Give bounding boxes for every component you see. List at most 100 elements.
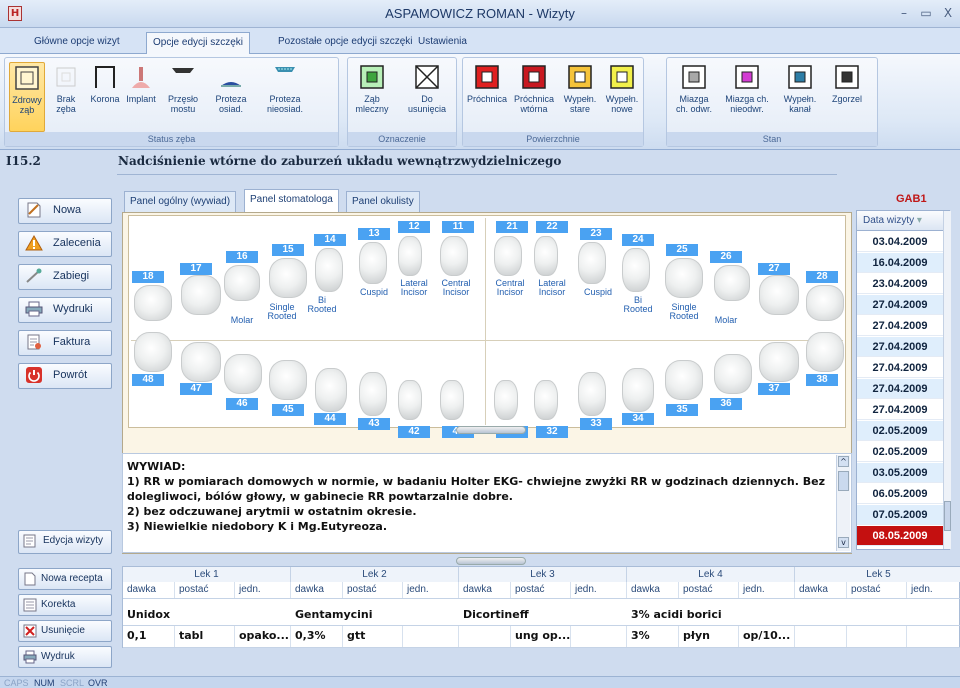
visit-date-row[interactable]: 03.04.2009 xyxy=(857,232,943,252)
tooth-number[interactable]: 15 xyxy=(272,244,304,256)
med-value-cell[interactable]: płyn xyxy=(679,625,739,647)
tooth-upper-24[interactable] xyxy=(622,248,650,292)
tooth-upper-26[interactable] xyxy=(714,265,750,301)
visit-date-row[interactable]: 27.04.2009 xyxy=(857,337,943,357)
scroll-up-icon[interactable]: ^ xyxy=(838,456,849,467)
tooth-number[interactable]: 14 xyxy=(314,234,346,246)
tooth-number[interactable]: 34 xyxy=(622,413,654,425)
tooth-upper-15[interactable] xyxy=(269,258,307,298)
tooth-number[interactable]: 32 xyxy=(536,426,568,438)
tooth-number[interactable]: 12 xyxy=(398,221,430,233)
do-usuniecia-button[interactable]: Do usunięcia xyxy=(404,62,450,132)
tooth-lower-38[interactable] xyxy=(806,332,844,372)
tooth-upper-13[interactable] xyxy=(359,242,387,284)
dates-scroll-thumb[interactable] xyxy=(944,501,951,531)
dates-scrollbar[interactable] xyxy=(943,211,951,549)
tooth-number[interactable]: 25 xyxy=(666,244,698,256)
scroll-down-icon[interactable]: v xyxy=(838,537,849,548)
med-value-cell[interactable]: 3% xyxy=(627,625,679,647)
tooth-lower-34[interactable] xyxy=(622,368,654,412)
tooth-number[interactable]: 16 xyxy=(226,251,258,263)
tooth-upper-18[interactable] xyxy=(134,285,172,321)
med-value-cell[interactable]: 0,1 xyxy=(123,625,175,647)
med-name[interactable] xyxy=(795,605,960,625)
nowa-recepta-button[interactable]: Nowa recepta xyxy=(18,568,112,590)
proteza-osiad-button[interactable]: Proteza osiad. xyxy=(209,62,253,132)
visit-date-row[interactable]: 03.05.2009 xyxy=(857,463,943,483)
med-name[interactable]: Dicortineff xyxy=(459,605,627,625)
visit-date-row[interactable]: 27.04.2009 xyxy=(857,379,943,399)
tooth-upper-17[interactable] xyxy=(181,275,221,315)
tooth-number[interactable]: 35 xyxy=(666,404,698,416)
nowa-button[interactable]: Nowa xyxy=(18,198,112,224)
med-value-cell[interactable] xyxy=(403,625,459,647)
tooth-number[interactable]: 38 xyxy=(806,374,838,386)
close-button[interactable]: X xyxy=(938,4,958,22)
tooth-upper-23[interactable] xyxy=(578,242,606,284)
tooth-upper-27[interactable] xyxy=(759,275,799,315)
zalecenia-button[interactable]: Zalecenia xyxy=(18,231,112,257)
visit-date-row[interactable]: 02.05.2009 xyxy=(857,421,943,441)
tooth-lower-47[interactable] xyxy=(181,342,221,382)
tooth-number[interactable]: 36 xyxy=(710,398,742,410)
tooth-number[interactable]: 43 xyxy=(358,418,390,430)
proteza-nieosiad-button[interactable]: Proteza nieosiad. xyxy=(261,62,309,132)
visit-date-row[interactable]: 27.04.2009 xyxy=(857,295,943,315)
med-name[interactable]: Unidox xyxy=(123,605,291,625)
visit-date-row[interactable]: 06.05.2009 xyxy=(857,484,943,504)
korona-button[interactable]: Korona xyxy=(87,62,123,132)
wydruki-button[interactable]: Wydruki xyxy=(18,297,112,323)
tab-edycja-szczeki[interactable]: Opcje edycji szczęki xyxy=(146,32,251,55)
visit-date-row[interactable]: 23.04.2009 xyxy=(857,274,943,294)
med-value-cell[interactable]: gtt xyxy=(343,625,403,647)
med-value-cell[interactable]: 0,3% xyxy=(291,625,343,647)
tooth-number[interactable]: 48 xyxy=(132,374,164,386)
visit-date-row[interactable]: 16.04.2009 xyxy=(857,253,943,273)
tooth-number[interactable]: 23 xyxy=(580,228,612,240)
tab-panel-okulisty[interactable]: Panel okulisty xyxy=(346,191,420,212)
tooth-upper-16[interactable] xyxy=(224,265,260,301)
tooth-number[interactable]: 21 xyxy=(496,221,528,233)
tooth-upper-14[interactable] xyxy=(315,248,343,292)
tab-glowne[interactable]: Główne opcje wizyt xyxy=(28,32,126,54)
maximize-button[interactable]: ▭ xyxy=(916,4,936,22)
wydruk-button[interactable]: Wydruk xyxy=(18,646,112,668)
powrot-button[interactable]: Powrót xyxy=(18,363,112,389)
tooth-number[interactable]: 24 xyxy=(622,234,654,246)
tooth-upper-25[interactable] xyxy=(665,258,703,298)
med-name[interactable]: Gentamycini xyxy=(291,605,459,625)
tooth-number[interactable]: 27 xyxy=(758,263,790,275)
tooth-lower-48[interactable] xyxy=(134,332,172,372)
interview-scrollbar[interactable]: ^ v xyxy=(836,455,850,551)
usuniecie-button[interactable]: Usunięcie xyxy=(18,620,112,642)
zab-mleczny-button[interactable]: Ząb mleczny xyxy=(354,62,390,132)
edycja-wizyty-button[interactable]: Edycja wizyty xyxy=(18,530,112,554)
tooth-lower-37[interactable] xyxy=(759,342,799,382)
zgorzel-button[interactable]: Zgorzel xyxy=(827,62,867,132)
minimize-button[interactable]: – xyxy=(894,4,914,22)
med-value-cell[interactable]: op/10... xyxy=(739,625,795,647)
visit-date-row[interactable]: 27.04.2009 xyxy=(857,316,943,336)
tab-pozostale[interactable]: Pozostałe opcje edycji szczęki xyxy=(272,32,419,54)
tooth-number[interactable]: 47 xyxy=(180,383,212,395)
med-value-cell[interactable]: tabl xyxy=(175,625,235,647)
tooth-lower-44[interactable] xyxy=(315,368,347,412)
med-name[interactable]: 3% acidi borici xyxy=(627,605,795,625)
med-value-cell[interactable]: ung op... xyxy=(511,625,571,647)
tooth-lower-45[interactable] xyxy=(269,360,307,400)
tab-panel-ogolny[interactable]: Panel ogólny (wywiad) xyxy=(124,191,237,212)
miazga-odwr-button[interactable]: Miazga ch. odwr. xyxy=(671,62,717,132)
przeslo-mostu-button[interactable]: Przęsło mostu xyxy=(161,62,205,132)
tooth-number[interactable]: 17 xyxy=(180,263,212,275)
wypeln-stare-button[interactable]: Wypełn. stare xyxy=(561,62,599,132)
med-value-cell[interactable] xyxy=(907,625,960,647)
visit-date-row[interactable]: 27.04.2009 xyxy=(857,358,943,378)
miazga-nieodwr-button[interactable]: Miazga ch. nieodwr. xyxy=(721,62,773,132)
tooth-lower-33[interactable] xyxy=(578,372,606,416)
visit-date-row[interactable]: 07.05.2009 xyxy=(857,505,943,525)
med-value-cell[interactable] xyxy=(847,625,907,647)
tooth-number[interactable]: 45 xyxy=(272,404,304,416)
tooth-number[interactable]: 37 xyxy=(758,383,790,395)
med-value-cell[interactable] xyxy=(795,625,847,647)
scroll-thumb[interactable] xyxy=(838,471,849,491)
